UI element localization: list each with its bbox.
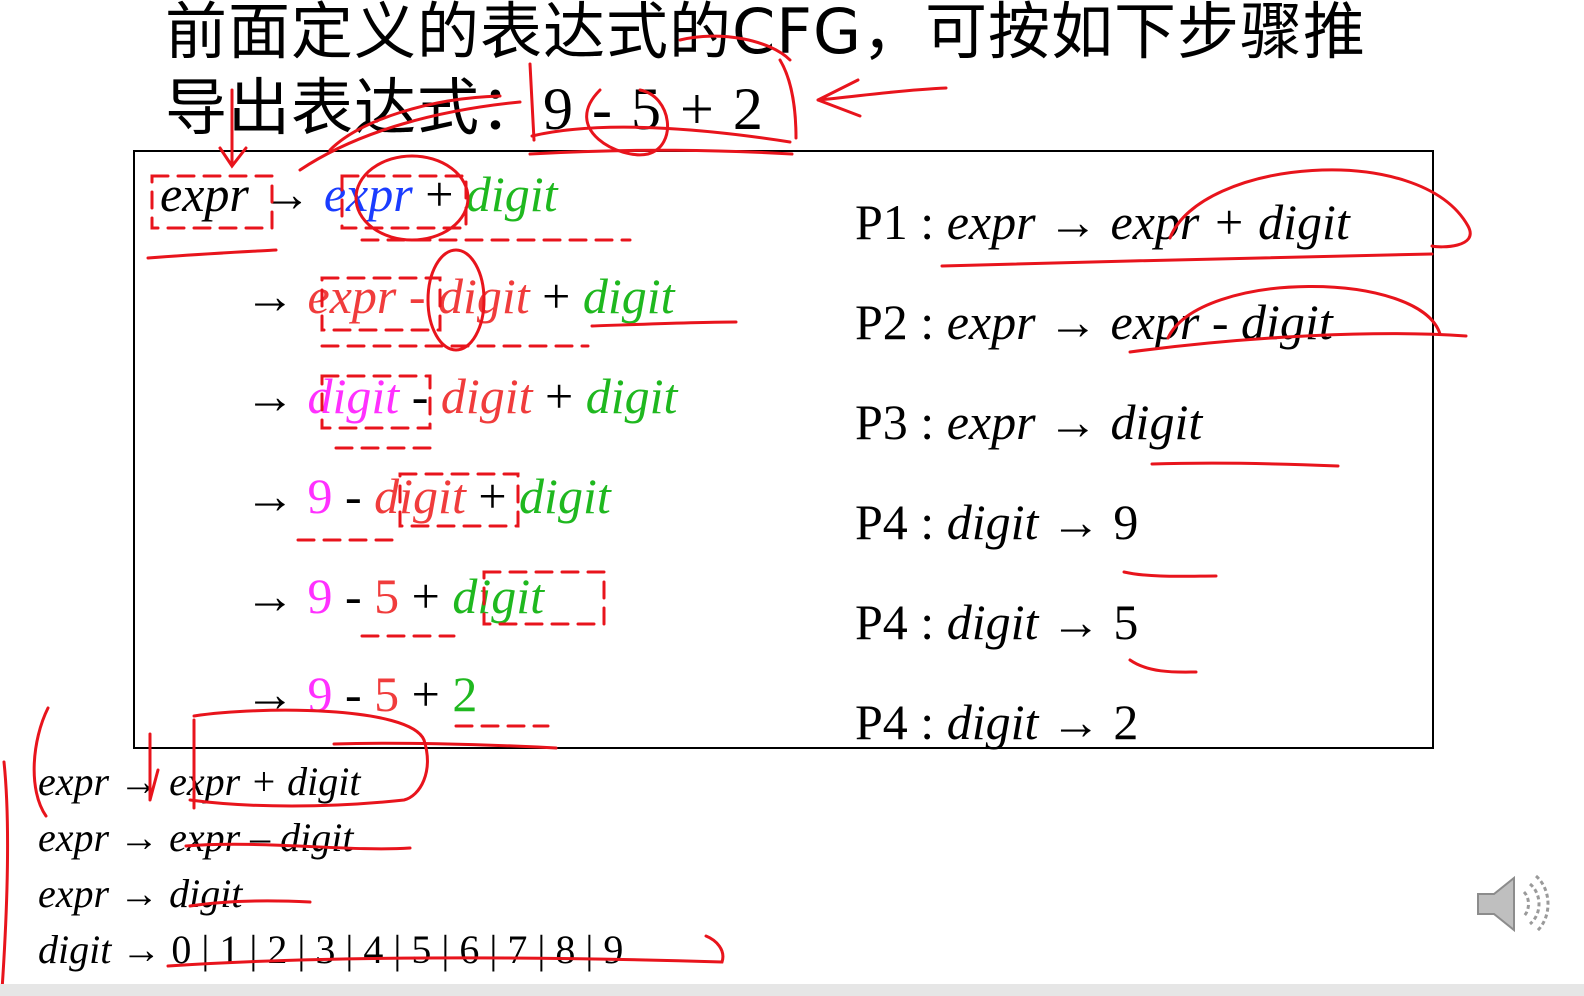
derivation-token: digit (582, 268, 675, 324)
derivation-step-5: → 9 - 5 + digit (245, 566, 544, 626)
grammar-lhs: expr (38, 871, 110, 916)
derivation-token: digit (307, 368, 400, 424)
derivation-token: digit (465, 166, 558, 222)
grammar-rhs: digit (169, 871, 243, 916)
derivation-token: + (529, 268, 583, 324)
production-p3: P3 : expr → digit (855, 392, 1202, 452)
grammar-lhs: expr (38, 759, 110, 804)
derivation-token: + (465, 468, 520, 524)
derivation-token: → (245, 368, 308, 424)
derivation-token: digit (440, 368, 533, 424)
derivation-step-3: → digit - digit + digit (245, 366, 677, 426)
production-rhs: 9 (1113, 494, 1139, 550)
derivation-token: 5 (374, 568, 400, 624)
derivation-step-2: → expr - digit + digit (245, 266, 675, 326)
derivation-step-4: → 9 - digit + digit (245, 466, 611, 526)
derivation-token: → (245, 268, 308, 324)
production-rhs: expr + digit (1110, 194, 1350, 250)
derivation-token: - (399, 368, 441, 424)
production-rhs: 2 (1113, 694, 1139, 750)
pen-margin-line (0, 760, 10, 992)
derivation-token: - (332, 666, 375, 722)
slide: 前面定义的表达式的CFG，可按如下步骤推 导出表达式：9 - 5 + 2 exp… (0, 0, 1584, 996)
grammar-arrow: → (111, 927, 172, 972)
slide-title: 前面定义的表达式的CFG，可按如下步骤推 导出表达式：9 - 5 + 2 (165, 0, 1366, 147)
derivation-token: 9 (307, 468, 333, 524)
grammar-arrow: → (109, 815, 170, 860)
derivation-token: + (399, 666, 453, 722)
derivation-token: 9 (307, 568, 333, 624)
production-label: P4 : (855, 594, 947, 650)
derivation-token: digit (374, 468, 466, 524)
production-p4-5: P4 : digit → 5 (855, 592, 1138, 652)
production-p2: P2 : expr → expr - digit (855, 292, 1333, 352)
production-lhs: digit (946, 694, 1039, 750)
derivation-step-1: expr → expr + digit (160, 164, 558, 224)
production-lhs: digit (946, 594, 1039, 650)
grammar-rules: expr → expr + digit expr → expr – digit … (38, 754, 623, 978)
production-arrow: → (1035, 194, 1111, 250)
bottom-bar (0, 984, 1584, 996)
derivation-token: 2 (452, 666, 478, 722)
production-p1: P1 : expr → expr + digit (855, 192, 1350, 252)
production-rhs: expr - digit (1110, 294, 1333, 350)
production-lhs: expr (946, 194, 1036, 250)
title-line-2-prefix: 导出表达式： (165, 71, 544, 144)
derivation-token: - (332, 568, 375, 624)
derivation-token: → (245, 568, 308, 624)
derivation-token: digit (519, 468, 611, 524)
grammar-lhs: digit (38, 927, 112, 972)
title-line-2: 导出表达式：9 - 5 + 2 (165, 70, 1366, 147)
production-label: P3 : (855, 394, 947, 450)
derivation-step-6: → 9 - 5 + 2 (245, 664, 477, 724)
production-label: P4 : (855, 494, 947, 550)
grammar-rule: expr → digit (38, 866, 623, 922)
production-arrow: → (1038, 494, 1114, 550)
production-arrow: → (1035, 394, 1111, 450)
grammar-rule: digit → 0 | 1 | 2 | 3 | 4 | 5 | 6 | 7 | … (38, 922, 623, 978)
grammar-lhs: expr (38, 815, 110, 860)
grammar-rhs: 0 | 1 | 2 | 3 | 4 | 5 | 6 | 7 | 8 | 9 (171, 927, 624, 972)
production-rhs: digit (1110, 394, 1203, 450)
derivation-token: 5 (374, 666, 400, 722)
derivation-token: 9 (307, 666, 333, 722)
speaker-icon[interactable] (1472, 868, 1552, 940)
production-arrow: → (1038, 594, 1114, 650)
derivation-token: expr (323, 166, 413, 222)
title-expression: 9 - 5 + 2 (543, 76, 765, 142)
production-lhs: expr (946, 294, 1036, 350)
production-label: P4 : (855, 694, 947, 750)
grammar-rhs: expr – digit (169, 815, 354, 860)
derivation-token: - (332, 468, 375, 524)
title-line-1: 前面定义的表达式的CFG，可按如下步骤推 (165, 0, 1366, 68)
grammar-rule: expr → expr + digit (38, 754, 623, 810)
derivation-token: + (399, 568, 453, 624)
derivation-token: digit (585, 368, 678, 424)
grammar-arrow: → (109, 871, 170, 916)
derivation-token: digit (452, 568, 545, 624)
production-p4-9: P4 : digit → 9 (855, 492, 1138, 552)
production-label: P1 : (855, 194, 947, 250)
production-label: P2 : (855, 294, 947, 350)
derivation-token: → (248, 166, 324, 222)
production-rhs: 5 (1113, 594, 1139, 650)
production-lhs: expr (946, 394, 1036, 450)
grammar-rule: expr → expr – digit (38, 810, 623, 866)
production-arrow: → (1038, 694, 1114, 750)
derivation-token: expr (160, 166, 249, 222)
grammar-rhs: expr + digit (169, 759, 361, 804)
production-lhs: digit (946, 494, 1039, 550)
derivation-token: + (412, 166, 466, 222)
derivation-token: expr - digit (307, 268, 530, 324)
grammar-arrow: → (109, 759, 170, 804)
derivation-token: → (245, 468, 308, 524)
derivation-token: → (245, 666, 308, 722)
derivation-token: + (532, 368, 586, 424)
production-arrow: → (1035, 294, 1111, 350)
production-p4-2: P4 : digit → 2 (855, 692, 1138, 752)
